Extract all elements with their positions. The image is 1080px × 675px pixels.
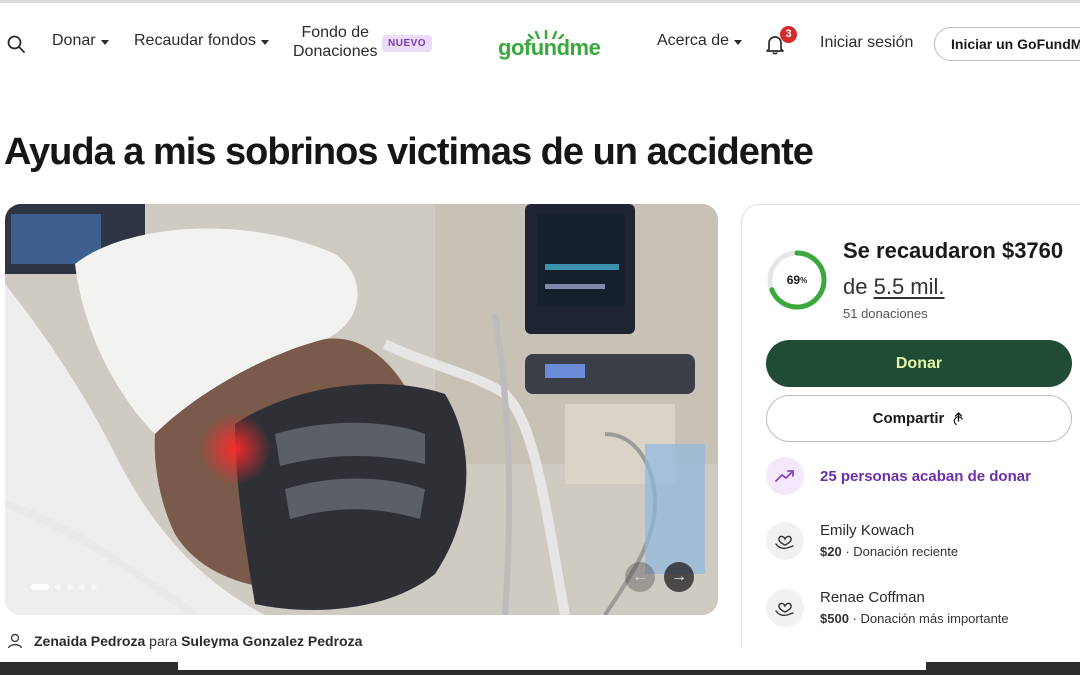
donor-name: Emily Kowach: [820, 522, 915, 539]
donor-meta: $20 · Donación reciente: [820, 544, 958, 559]
chevron-down-icon: [100, 39, 109, 45]
nav-fund-line2: Donaciones: [293, 43, 378, 60]
donations-count: 51 donaciones: [843, 306, 928, 321]
donor-meta: $500 · Donación más importante: [820, 611, 1009, 626]
donor-note: Donación reciente: [853, 544, 959, 559]
campaign-photo[interactable]: ← →: [5, 204, 718, 615]
organizer-name[interactable]: Zenaida Pedroza: [34, 633, 145, 649]
donor-note: Donación más importante: [860, 611, 1009, 626]
donor-amount: $20: [820, 544, 842, 559]
beneficiary-name[interactable]: Suleyma Gonzalez Pedroza: [181, 633, 362, 649]
goal-line: de 5.5 mil.: [843, 274, 945, 300]
new-badge: NUEVO: [382, 35, 433, 52]
search-icon[interactable]: [6, 34, 26, 54]
slide-dot[interactable]: [67, 584, 73, 590]
chevron-down-icon: [734, 39, 743, 45]
nav-donation-fund[interactable]: Fondo de Donaciones: [293, 23, 378, 61]
nav-about[interactable]: Acerca de: [657, 32, 743, 50]
share-button-label: Compartir: [872, 410, 945, 427]
share-icon: [954, 411, 964, 426]
donate-button-label: Donar: [895, 354, 943, 372]
recent-donations-text[interactable]: 25 personas acaban de donar: [820, 468, 1031, 485]
slide-dot[interactable]: [79, 584, 85, 590]
previous-slide-button[interactable]: ←: [625, 562, 655, 592]
start-gofundme-label: Iniciar un GoFundMe: [951, 36, 1080, 52]
notification-count-badge: 3: [780, 26, 797, 43]
heart-hand-icon: [766, 589, 804, 627]
trending-up-icon: [766, 457, 804, 495]
progress-percent-value: 69: [786, 273, 801, 287]
organizer-connector: para: [149, 633, 178, 649]
gofundme-logo[interactable]: gofundme: [498, 27, 602, 61]
site-header: Donar Recaudar fondos Fondo de Donacione…: [0, 3, 1080, 81]
share-button[interactable]: Compartir: [766, 395, 1072, 442]
user-icon: [7, 633, 23, 649]
arrow-right-icon: →: [671, 568, 687, 585]
photo-illustration: [5, 204, 718, 615]
bottom-sheet-edge: [178, 648, 926, 670]
next-slide-button[interactable]: →: [664, 562, 694, 592]
nav-donate[interactable]: Donar: [52, 32, 109, 50]
logo-text: gofundme: [498, 35, 601, 60]
slide-indicators[interactable]: [31, 584, 97, 590]
slide-dot-active[interactable]: [31, 584, 49, 590]
slide-dot[interactable]: [55, 584, 61, 590]
donor-amount: $500: [820, 611, 849, 626]
goal-amount[interactable]: 5.5 mil.: [874, 274, 945, 299]
amount-raised: Se recaudaron $3760: [843, 238, 1064, 263]
heart-hand-icon: [766, 522, 804, 560]
donor-separator: ·: [845, 544, 850, 559]
nav-fundraise-label: Recaudar fondos: [134, 32, 256, 49]
donor-separator: ·: [852, 611, 857, 626]
progress-percent: 69%: [765, 248, 829, 312]
nav-about-label: Acerca de: [657, 32, 730, 49]
start-gofundme-button[interactable]: Iniciar un GoFundMe: [934, 27, 1080, 61]
nav-fundraise[interactable]: Recaudar fondos: [134, 32, 269, 50]
donate-button[interactable]: Donar: [766, 340, 1072, 387]
donor-name: Renae Coffman: [820, 589, 925, 606]
arrow-left-icon: ←: [632, 568, 648, 585]
progress-percent-sign: %: [800, 275, 808, 285]
login-link[interactable]: Iniciar sesión: [820, 34, 913, 52]
nav-fund-line1: Fondo de: [301, 24, 370, 41]
goal-prefix: de: [843, 274, 868, 299]
chevron-down-icon: [260, 39, 269, 45]
nav-donate-label: Donar: [52, 32, 96, 49]
slide-dot[interactable]: [91, 584, 97, 590]
campaign-title: Ayuda a mis sobrinos victimas de un acci…: [4, 131, 814, 173]
